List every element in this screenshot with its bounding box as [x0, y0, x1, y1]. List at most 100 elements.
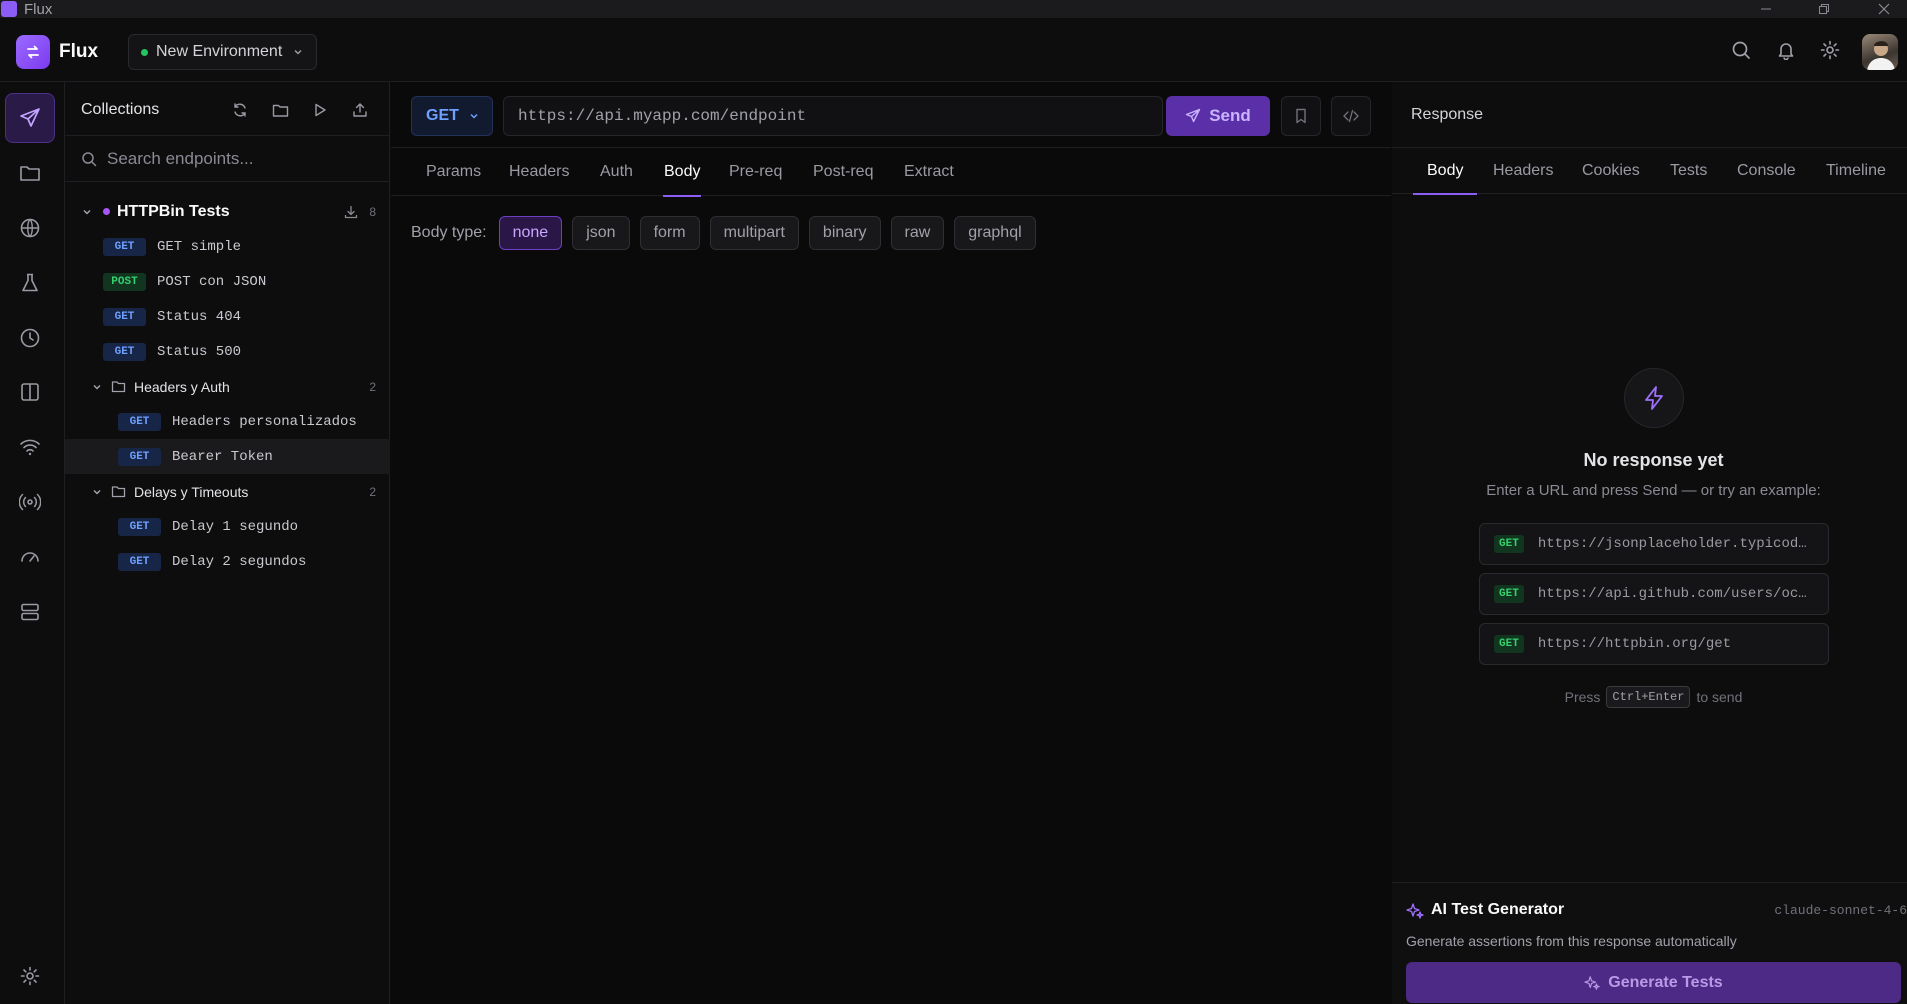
gauge-icon [19, 546, 41, 568]
gear-icon[interactable] [1820, 40, 1840, 60]
tab-post-req[interactable]: Post-req [813, 148, 873, 196]
rail-collections[interactable] [5, 148, 55, 198]
tab-headers[interactable]: Headers [509, 148, 569, 196]
chevron-down-icon [81, 206, 93, 218]
folder-icon [111, 379, 126, 394]
method-badge: GET [118, 517, 161, 536]
rail-requests[interactable] [5, 93, 55, 143]
minimize-button[interactable] [1746, 0, 1786, 18]
rail-realtime[interactable] [5, 477, 55, 527]
app-icon [1, 1, 17, 17]
download-icon[interactable] [344, 205, 358, 219]
response-title: Response [1411, 106, 1484, 123]
hint-press: Press [1564, 689, 1601, 705]
url-input[interactable]: https://api.myapp.com/endpoint [503, 96, 1163, 136]
rail-docs[interactable] [5, 367, 55, 417]
body-type-label: Body type: [411, 224, 487, 241]
rail-mock-servers[interactable] [5, 587, 55, 637]
request-item[interactable]: GET Delay 2 segundos [65, 544, 390, 579]
flask-icon [19, 272, 41, 294]
folder-count: 2 [369, 484, 376, 499]
body-type-multipart[interactable]: multipart [709, 216, 799, 250]
ai-title: AI Test Generator [1431, 901, 1565, 918]
collections-sidebar: Collections HTTPBin Tests 8 GET GET simp… [65, 82, 390, 1004]
bookmark-icon [1294, 108, 1308, 124]
upload-icon[interactable] [345, 95, 375, 125]
folder-icon[interactable] [265, 95, 295, 125]
generate-tests-button[interactable]: Generate Tests [1406, 962, 1901, 1003]
response-tab-timeline[interactable]: Timeline [1826, 148, 1886, 194]
code-icon [1343, 108, 1359, 124]
example-request[interactable]: GET https://api.github.com/users/oc… [1479, 573, 1829, 615]
brand-name: Flux [59, 41, 99, 62]
method-badge: GET [1494, 635, 1524, 653]
avatar[interactable] [1862, 34, 1898, 70]
send-label: Send [1209, 106, 1251, 125]
body-type-graphql[interactable]: graphql [954, 216, 1036, 250]
request-item[interactable]: GET Delay 1 segundo [65, 509, 390, 544]
folder-name: Headers y Auth [134, 378, 230, 395]
request-item-selected[interactable]: GET Bearer Token [65, 439, 390, 474]
method-badge: GET [118, 447, 161, 466]
request-name: Bearer Token [172, 448, 273, 465]
send-button[interactable]: Send [1166, 96, 1270, 136]
folder-icon [19, 162, 41, 184]
request-item[interactable]: GET GET simple [65, 229, 390, 264]
collection-name: HTTPBin Tests [117, 202, 230, 220]
tab-extract[interactable]: Extract [904, 148, 954, 196]
request-item[interactable]: GET Headers personalizados [65, 404, 390, 439]
body-type-json[interactable]: json [572, 216, 630, 250]
wifi-icon [19, 436, 41, 458]
play-icon[interactable] [305, 95, 335, 125]
close-window-button[interactable] [1864, 0, 1904, 18]
method-badge: GET [1494, 535, 1524, 553]
environment-status-dot [141, 48, 148, 56]
response-tab-tests[interactable]: Tests [1670, 148, 1707, 194]
request-item[interactable]: GET Status 500 [65, 334, 390, 369]
method-badge: GET [103, 307, 146, 326]
rail-performance[interactable] [5, 532, 55, 582]
folder-name: Delays y Timeouts [134, 483, 249, 500]
request-item[interactable]: GET Status 404 [65, 299, 390, 334]
example-request[interactable]: GET https://jsonplaceholder.typicod… [1479, 523, 1829, 565]
restore-button[interactable] [1804, 0, 1844, 18]
response-tab-headers[interactable]: Headers [1493, 148, 1553, 194]
bell-icon[interactable] [1776, 40, 1796, 60]
method-badge: GET [103, 342, 146, 361]
columns-icon [19, 381, 41, 403]
tab-params[interactable]: Params [426, 148, 481, 196]
bookmark-button[interactable] [1281, 96, 1321, 136]
chevron-down-icon [91, 486, 103, 498]
rail-tests[interactable] [5, 258, 55, 308]
method-badge: GET [103, 237, 146, 256]
refresh-icon[interactable] [225, 95, 255, 125]
method-selector[interactable]: GET [411, 96, 493, 136]
folder-item[interactable]: Delays y Timeouts 2 [65, 474, 390, 509]
code-snippet-button[interactable] [1331, 96, 1371, 136]
body-type-none[interactable]: none [498, 216, 563, 250]
search-endpoints[interactable] [65, 136, 390, 182]
request-item[interactable]: POST POST con JSON [65, 264, 390, 299]
search-input[interactable] [107, 148, 367, 169]
flux-logo-icon [16, 35, 50, 69]
rail-websocket[interactable] [5, 422, 55, 472]
body-type-raw[interactable]: raw [890, 216, 945, 250]
tab-pre-req[interactable]: Pre-req [729, 148, 782, 196]
broadcast-icon [19, 491, 41, 513]
response-tab-console[interactable]: Console [1737, 148, 1796, 194]
tab-auth[interactable]: Auth [600, 148, 633, 196]
response-tab-body[interactable]: Body [1412, 148, 1479, 195]
rail-environments[interactable] [5, 203, 55, 253]
example-request[interactable]: GET https://httpbin.org/get [1479, 623, 1829, 665]
rail-history[interactable] [5, 313, 55, 363]
response-tab-cookies[interactable]: Cookies [1582, 148, 1640, 194]
body-type-binary[interactable]: binary [808, 216, 881, 250]
body-type-form[interactable]: form [639, 216, 700, 250]
tab-body[interactable]: Body [663, 148, 702, 197]
search-icon[interactable] [1731, 40, 1751, 60]
environment-selector[interactable]: New Environment [128, 34, 317, 70]
empty-state-title: No response yet [1583, 450, 1724, 470]
rail-settings[interactable] [5, 951, 55, 1001]
collection-header[interactable]: HTTPBin Tests 8 [65, 194, 390, 229]
folder-item[interactable]: Headers y Auth 2 [65, 369, 390, 404]
